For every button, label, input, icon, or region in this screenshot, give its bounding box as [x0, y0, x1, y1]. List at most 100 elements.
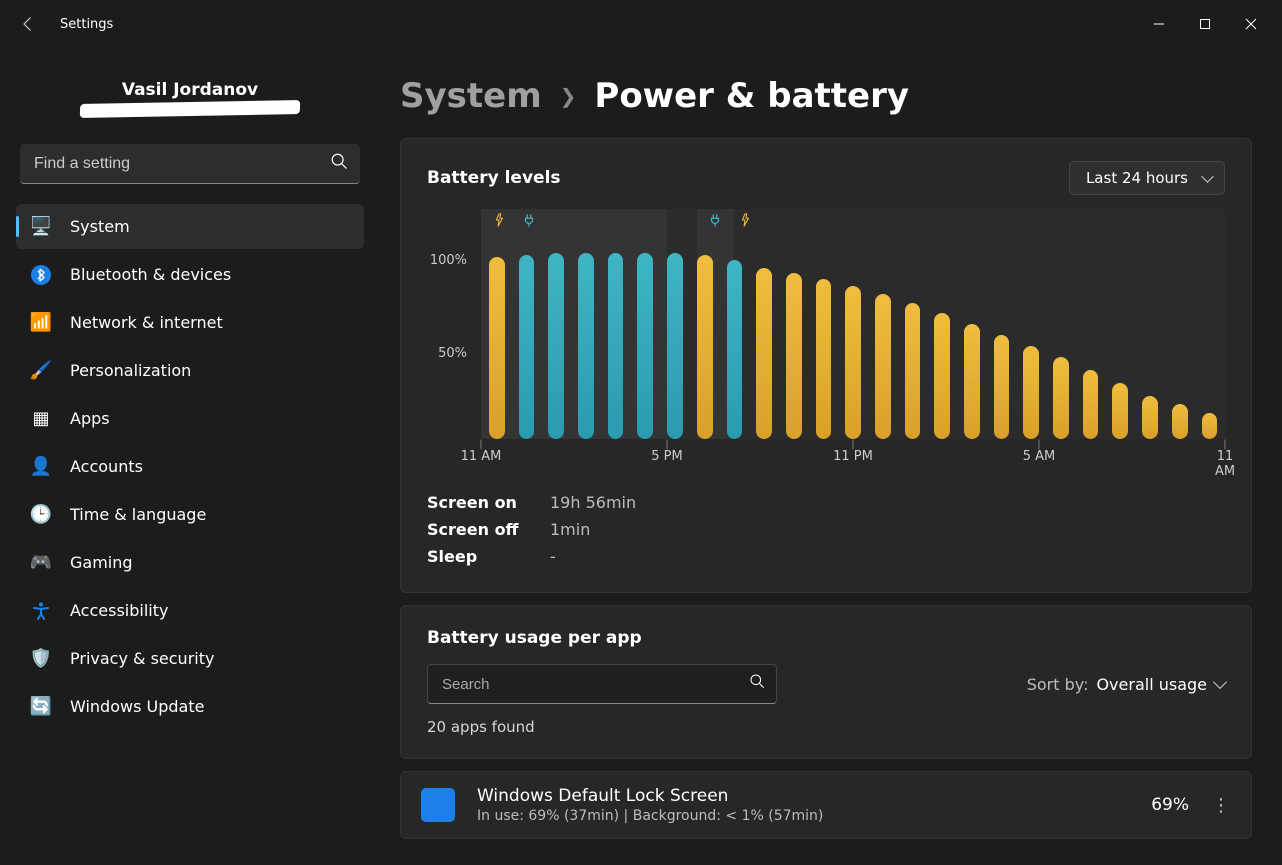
chart-bar[interactable] — [905, 303, 921, 439]
chart-bar[interactable] — [1023, 346, 1039, 439]
sidebar-item-accessibility[interactable]: Accessibility — [16, 588, 364, 633]
sidebar-item-label: Windows Update — [70, 697, 204, 716]
page-title: Power & battery — [594, 76, 909, 116]
battery-levels-title: Battery levels — [427, 168, 561, 188]
chart-bar[interactable] — [697, 255, 713, 439]
app-row[interactable]: Windows Default Lock ScreenIn use: 69% (… — [400, 771, 1252, 839]
chart-bar[interactable] — [489, 257, 505, 439]
ytick-100: 100% — [430, 253, 467, 268]
nav-icon: 👤 — [30, 456, 52, 478]
nav-icon: 🔄 — [30, 696, 52, 718]
sidebar-item-time-language[interactable]: 🕒Time & language — [16, 492, 364, 537]
battery-usage-card: Battery usage per app Sort by: Overall u… — [400, 605, 1252, 759]
sidebar-item-label: Network & internet — [70, 313, 223, 332]
breadcrumb-parent[interactable]: System — [400, 76, 542, 116]
chart-bar[interactable] — [934, 313, 950, 439]
xtick: 11 AM — [461, 441, 502, 464]
chart-bar[interactable] — [816, 279, 832, 439]
chart-bar[interactable] — [1142, 396, 1158, 439]
screen-on-label: Screen on — [427, 493, 522, 512]
chart-bar[interactable] — [845, 286, 861, 439]
search-input[interactable] — [20, 144, 360, 184]
chart-bar[interactable] — [786, 273, 802, 439]
screen-on-value: 19h 56min — [550, 493, 636, 512]
user-block[interactable]: Vasil Jordanov — [16, 72, 364, 134]
app-percent: 69% — [1129, 795, 1189, 815]
y-axis: 100% 50% — [427, 209, 471, 469]
screen-stats: Screen on 19h 56min Screen off 1min Slee… — [427, 489, 1225, 570]
app-subtitle: In use: 69% (37min) | Background: < 1% (… — [477, 808, 1107, 824]
chart-bar[interactable] — [1083, 370, 1099, 439]
chart-bar[interactable] — [578, 253, 594, 439]
ytick-50: 50% — [438, 346, 467, 361]
titlebar: Settings — [0, 0, 1282, 48]
minimize-button[interactable] — [1136, 8, 1182, 40]
sidebar-item-label: Apps — [70, 409, 110, 428]
sort-by-value: Overall usage — [1096, 675, 1207, 694]
chart-bar[interactable] — [1202, 413, 1218, 439]
breadcrumb: System ❯ Power & battery — [400, 76, 1252, 116]
sidebar-item-privacy-security[interactable]: 🛡️Privacy & security — [16, 636, 364, 681]
sidebar-item-apps[interactable]: ▦ Apps — [16, 396, 364, 441]
nav-icon: 🖌️ — [30, 360, 52, 382]
nav-icon: 📶 — [30, 312, 52, 334]
main-content[interactable]: System ❯ Power & battery Battery levels … — [380, 48, 1282, 865]
app-search-input[interactable] — [427, 664, 777, 704]
chart-bar[interactable] — [964, 324, 980, 439]
xtick: 5 PM — [651, 441, 682, 464]
chart-bar[interactable] — [637, 253, 653, 439]
sidebar-item-label: Personalization — [70, 361, 191, 380]
chart-bar[interactable] — [994, 335, 1010, 439]
apps-found-text: 20 apps found — [427, 718, 1225, 736]
battery-chart: 100% 50% 11 AM5 PM11 PM5 AM11 AM — [427, 209, 1225, 469]
chart-bar[interactable] — [875, 294, 891, 439]
more-button[interactable]: ⋮ — [1211, 795, 1231, 816]
chart-area[interactable]: 11 AM5 PM11 PM5 AM11 AM — [481, 209, 1225, 469]
close-button[interactable] — [1228, 8, 1274, 40]
search-icon — [330, 152, 348, 174]
sidebar-item-label: Accessibility — [70, 601, 168, 620]
xtick: 11 PM — [833, 441, 873, 464]
sidebar-item-network-internet[interactable]: 📶 Network & internet — [16, 300, 364, 345]
chart-bar[interactable] — [1172, 404, 1188, 439]
sidebar-item-label: Bluetooth & devices — [70, 265, 231, 284]
chart-bar[interactable] — [1112, 383, 1128, 439]
xtick: 5 AM — [1023, 441, 1056, 464]
nav-icon: 🛡️ — [30, 648, 52, 670]
nav-icon: 🕒 — [30, 504, 52, 526]
sidebar-item-accounts[interactable]: 👤Accounts — [16, 444, 364, 489]
nav-list: 🖥️System Bluetooth & devices 📶 Network & in… — [16, 204, 364, 729]
sidebar-item-bluetooth-devices[interactable]: Bluetooth & devices — [16, 252, 364, 297]
chevron-down-icon — [1213, 675, 1227, 689]
bars — [481, 253, 1225, 439]
chart-bar[interactable] — [1053, 357, 1069, 439]
time-range-dropdown[interactable]: Last 24 hours — [1069, 161, 1225, 195]
chart-bar[interactable] — [667, 253, 683, 439]
nav-icon: 🎮 — [30, 552, 52, 574]
app-icon — [421, 788, 455, 822]
sort-by-dropdown[interactable]: Sort by: Overall usage — [1027, 675, 1225, 694]
sidebar-item-personalization[interactable]: 🖌️ Personalization — [16, 348, 364, 393]
sidebar-item-label: Gaming — [70, 553, 133, 572]
battery-levels-card: Battery levels Last 24 hours 100% 50% 11… — [400, 138, 1252, 593]
chart-bar[interactable] — [756, 268, 772, 439]
sidebar-item-system[interactable]: 🖥️System — [16, 204, 364, 249]
usage-title: Battery usage per app — [427, 628, 1225, 648]
back-button[interactable] — [8, 4, 48, 44]
sidebar-item-windows-update[interactable]: 🔄 Windows Update — [16, 684, 364, 729]
chart-bar[interactable] — [608, 253, 624, 439]
nav-icon: 🖥️ — [30, 216, 52, 238]
nav-icon — [30, 600, 52, 622]
chart-bar[interactable] — [519, 255, 535, 439]
screen-off-value: 1min — [550, 520, 590, 539]
nav-icon: ▦ — [30, 408, 52, 430]
chart-bar[interactable] — [727, 260, 743, 439]
sleep-label: Sleep — [427, 547, 522, 566]
maximize-button[interactable] — [1182, 8, 1228, 40]
sidebar-item-gaming[interactable]: 🎮 Gaming — [16, 540, 364, 585]
sidebar-search — [20, 144, 360, 184]
plug-icon — [522, 213, 536, 231]
chart-bar[interactable] — [548, 253, 564, 439]
nav-icon — [30, 264, 52, 286]
sort-by-label: Sort by: — [1027, 675, 1089, 694]
